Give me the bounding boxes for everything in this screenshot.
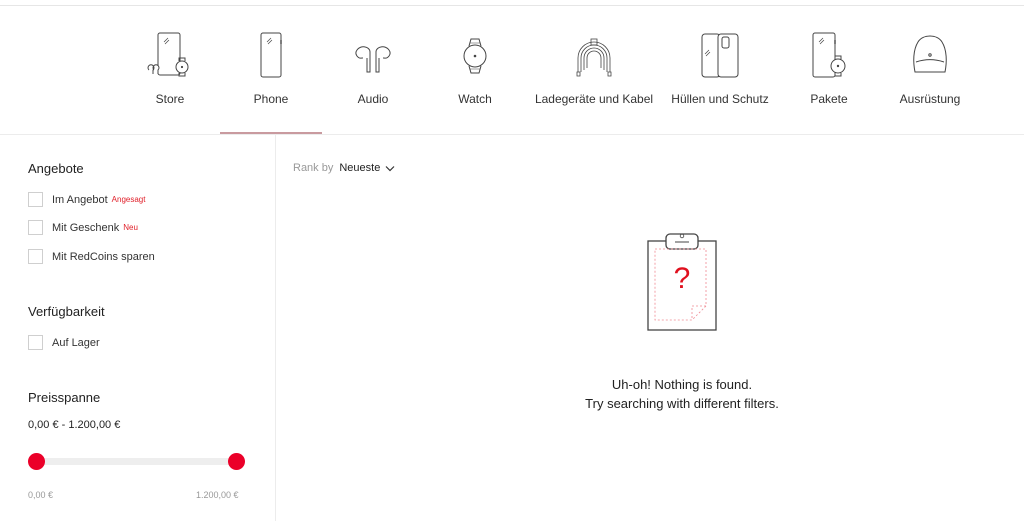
watch-icon bbox=[463, 38, 487, 74]
phone-case-icon bbox=[701, 33, 739, 78]
checkbox[interactable] bbox=[28, 220, 43, 235]
filter-label: Auf Lager bbox=[52, 336, 100, 349]
svg-text:?: ? bbox=[674, 262, 691, 295]
filter-sidebar: Angebote Im Angebot Angesagt Mit Geschen… bbox=[0, 135, 276, 521]
sort-label: Rank by bbox=[293, 162, 334, 174]
backpack-icon bbox=[913, 35, 947, 73]
filter-label: Im Angebot bbox=[52, 193, 108, 206]
filter-redcoins[interactable]: Mit RedCoins sparen bbox=[28, 249, 155, 264]
category-nav: Store Phone Audio Watch Ladegeräte und K… bbox=[0, 6, 1024, 135]
category-chargers-cables[interactable]: Ladegeräte und Kabel bbox=[534, 6, 654, 134]
category-label: Ausrüstung bbox=[899, 92, 961, 106]
trending-tag: Angesagt bbox=[111, 195, 146, 204]
price-range-title: Preisspanne bbox=[28, 390, 101, 405]
active-tab-indicator bbox=[220, 132, 322, 134]
category-cases[interactable]: Hüllen und Schutz bbox=[660, 6, 780, 134]
price-min-label: 0,00 € bbox=[28, 490, 54, 500]
empty-state-hint: Try searching with different filters. bbox=[585, 396, 779, 411]
price-range-value: 0,00 € - 1.200,00 € bbox=[28, 419, 121, 431]
new-tag: Neu bbox=[123, 223, 138, 232]
filter-with-gift[interactable]: Mit Geschenk Neu bbox=[28, 220, 138, 235]
filter-in-stock[interactable]: Auf Lager bbox=[28, 335, 100, 350]
filter-label: Mit Geschenk bbox=[52, 221, 120, 234]
sort-value: Neueste bbox=[339, 162, 381, 174]
offers-title: Angebote bbox=[28, 161, 84, 176]
checkbox[interactable] bbox=[28, 335, 43, 350]
earbuds-icon bbox=[355, 46, 391, 73]
checkbox[interactable] bbox=[28, 192, 43, 207]
filter-on-sale[interactable]: Im Angebot Angesagt bbox=[28, 192, 145, 207]
checkbox[interactable] bbox=[28, 249, 43, 264]
filter-label: Mit RedCoins sparen bbox=[52, 250, 155, 263]
sort-dropdown[interactable]: Rank by Neueste bbox=[293, 162, 395, 174]
phone-icon bbox=[260, 32, 282, 78]
availability-title: Verfügbarkeit bbox=[28, 304, 105, 319]
category-gear[interactable]: Ausrüstung bbox=[870, 6, 990, 134]
cable-icon bbox=[576, 38, 612, 77]
store-devices-icon bbox=[147, 32, 189, 77]
price-max-label: 1.200,00 € bbox=[196, 490, 239, 500]
category-watch[interactable]: Watch bbox=[415, 6, 535, 134]
price-slider-track[interactable] bbox=[36, 458, 236, 465]
price-slider-max-handle[interactable] bbox=[227, 453, 245, 470]
bundle-icon bbox=[812, 32, 846, 78]
clipboard-question-icon: ? bbox=[647, 233, 717, 331]
price-slider-min-handle[interactable] bbox=[27, 453, 45, 470]
chevron-down-icon bbox=[385, 165, 395, 171]
empty-state-title: Uh-oh! Nothing is found. bbox=[611, 377, 753, 392]
